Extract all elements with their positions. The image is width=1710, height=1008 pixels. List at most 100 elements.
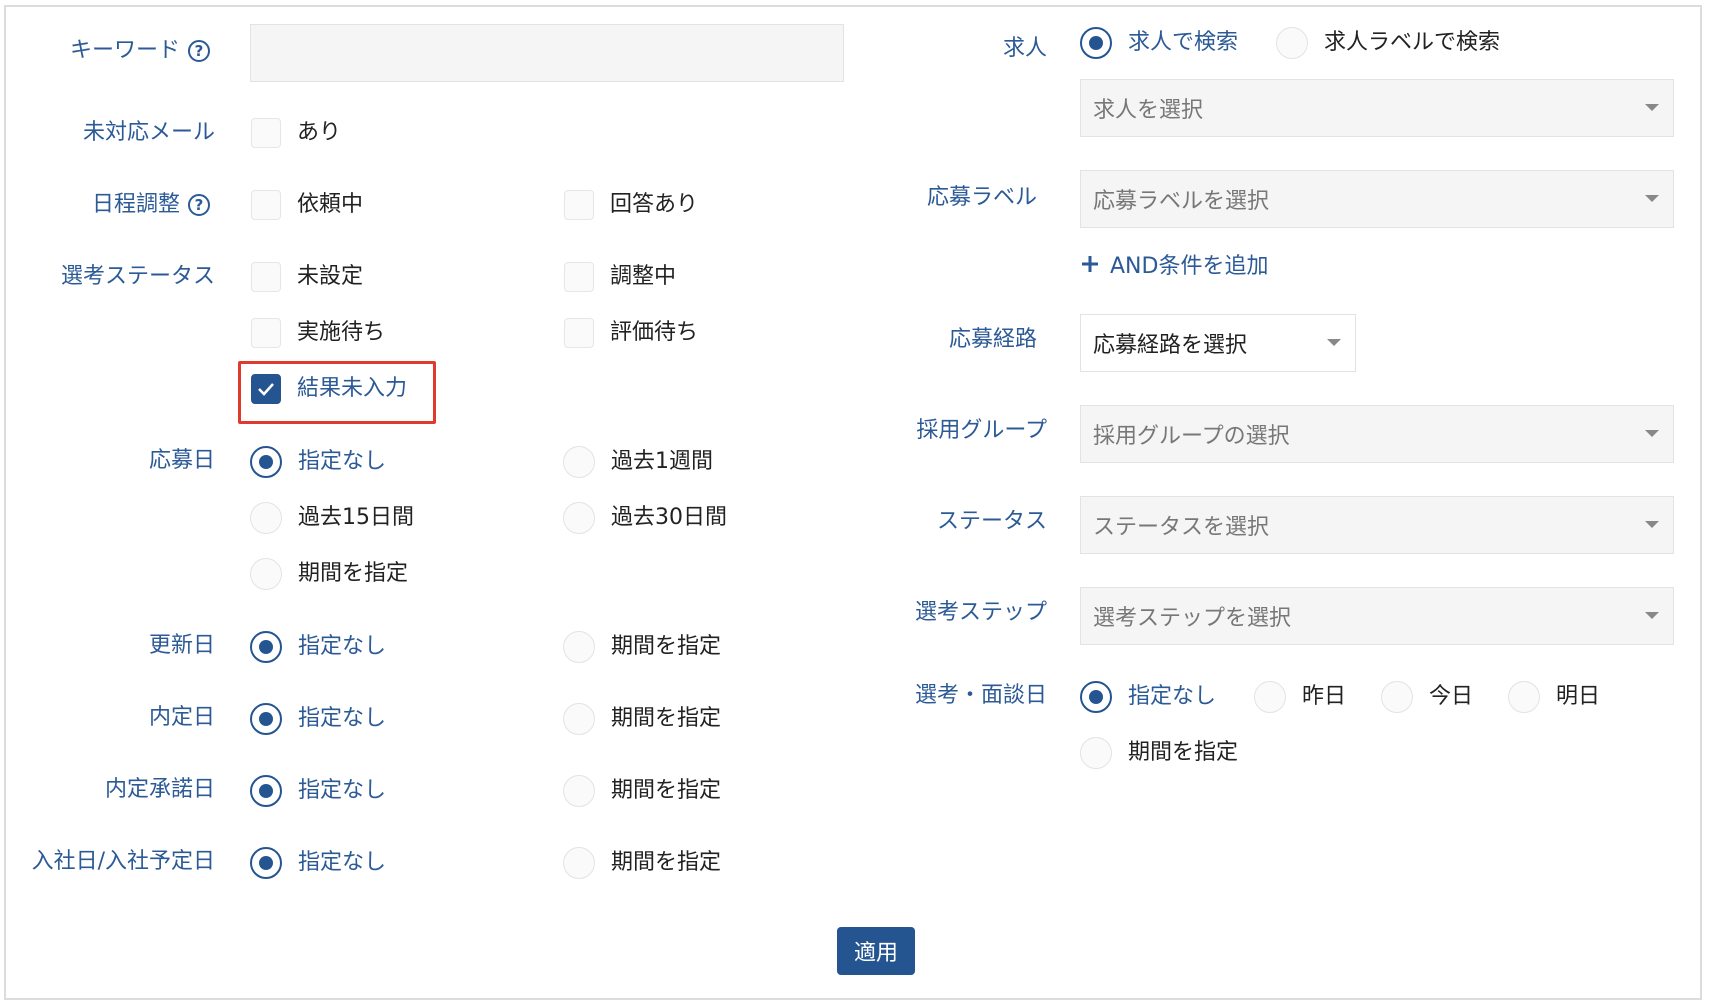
- select-placeholder: ステータスを選択: [1093, 515, 1270, 540]
- radio-selected[interactable]: [250, 775, 282, 807]
- caret-down-icon: [1645, 430, 1659, 437]
- applied-date-none[interactable]: 指定なし: [250, 446, 386, 478]
- checkbox[interactable]: [251, 190, 281, 220]
- schedule-option-answered[interactable]: 回答あり: [564, 190, 698, 220]
- hiring-group-select[interactable]: 採用グループの選択: [1080, 405, 1674, 463]
- updated-date-label: 更新日: [148, 633, 215, 658]
- radio-selected[interactable]: [250, 446, 282, 478]
- interview-date-label: 選考・面談日: [914, 683, 1047, 708]
- status-option-unset[interactable]: 未設定: [251, 262, 363, 292]
- applied-date-range[interactable]: 期間を指定: [250, 558, 408, 590]
- keyword-input[interactable]: [250, 24, 844, 82]
- select-placeholder: 求人を選択: [1093, 98, 1204, 123]
- option-label: 回答あり: [610, 192, 699, 217]
- checkbox[interactable]: [251, 318, 281, 348]
- apply-route-select[interactable]: 応募経路を選択: [1080, 314, 1356, 372]
- radio[interactable]: [250, 558, 282, 590]
- interview-date-tomorrow[interactable]: 明日: [1508, 681, 1600, 713]
- radio[interactable]: [1276, 27, 1308, 59]
- option-label: 指定なし: [298, 706, 387, 731]
- applied-date-30days[interactable]: 過去30日間: [563, 502, 727, 534]
- radio[interactable]: [563, 847, 595, 879]
- radio[interactable]: [563, 775, 595, 807]
- checkbox[interactable]: [564, 190, 594, 220]
- option-label: 求人ラベルで検索: [1324, 30, 1501, 55]
- applied-date-label: 応募日: [148, 448, 215, 473]
- updated-date-none[interactable]: 指定なし: [250, 631, 386, 663]
- schedule-option-requested[interactable]: 依頼中: [251, 190, 363, 220]
- option-label: 求人で検索: [1128, 30, 1239, 55]
- updated-date-range[interactable]: 期間を指定: [563, 631, 721, 663]
- applied-date-15days[interactable]: 過去15日間: [250, 502, 414, 534]
- apply-label-label: 応募ラベル: [926, 185, 1037, 210]
- radio[interactable]: [1254, 681, 1286, 713]
- radio[interactable]: [563, 502, 595, 534]
- selection-step-select[interactable]: 選考ステップを選択: [1080, 587, 1674, 645]
- interview-date-none[interactable]: 指定なし: [1080, 681, 1216, 713]
- radio[interactable]: [1381, 681, 1413, 713]
- select-placeholder: 採用グループの選択: [1093, 424, 1290, 449]
- caret-down-icon: [1645, 521, 1659, 528]
- option-label: 過去15日間: [298, 505, 414, 530]
- offer-accept-date-none[interactable]: 指定なし: [250, 775, 386, 807]
- status-option-waiting-exec[interactable]: 実施待ち: [251, 318, 385, 348]
- option-label: 指定なし: [298, 449, 387, 474]
- radio[interactable]: [563, 446, 595, 478]
- radio[interactable]: [250, 502, 282, 534]
- option-label: 指定なし: [298, 634, 387, 659]
- radio-selected[interactable]: [250, 847, 282, 879]
- select-placeholder: 選考ステップを選択: [1093, 606, 1292, 631]
- radio-selected[interactable]: [1080, 27, 1112, 59]
- job-select[interactable]: 求人を選択: [1080, 79, 1674, 137]
- caret-down-icon: [1645, 612, 1659, 619]
- radio[interactable]: [1080, 737, 1112, 769]
- checkbox[interactable]: [251, 118, 281, 148]
- option-label: 過去1週間: [611, 449, 713, 474]
- job-label-search-option[interactable]: 求人ラベルで検索: [1276, 27, 1500, 59]
- interview-date-today[interactable]: 今日: [1381, 681, 1473, 713]
- radio-selected[interactable]: [250, 703, 282, 735]
- checkbox[interactable]: [251, 262, 281, 292]
- join-date-none[interactable]: 指定なし: [250, 847, 386, 879]
- checkbox[interactable]: [564, 262, 594, 292]
- option-label: 指定なし: [298, 850, 387, 875]
- status-select[interactable]: ステータスを選択: [1080, 496, 1674, 554]
- interview-date-yesterday[interactable]: 昨日: [1254, 681, 1346, 713]
- apply-label-select[interactable]: 応募ラベルを選択: [1080, 170, 1674, 228]
- radio[interactable]: [1508, 681, 1540, 713]
- radio[interactable]: [563, 703, 595, 735]
- help-icon[interactable]: ?: [188, 40, 210, 62]
- option-label: 指定なし: [298, 778, 387, 803]
- offer-date-none[interactable]: 指定なし: [250, 703, 386, 735]
- option-label: 実施待ち: [297, 320, 386, 345]
- option-label: 調整中: [610, 264, 677, 289]
- hiring-group-label: 採用グループ: [916, 418, 1047, 443]
- option-label: 期間を指定: [1128, 740, 1239, 765]
- caret-down-icon: [1645, 104, 1659, 111]
- status-option-adjusting[interactable]: 調整中: [564, 262, 676, 292]
- help-icon[interactable]: ?: [188, 194, 210, 216]
- unhandled-mail-option[interactable]: あり: [251, 118, 341, 148]
- caret-down-icon: [1327, 339, 1341, 346]
- selection-status-label: 選考ステータス: [60, 264, 215, 289]
- option-label: 未設定: [297, 264, 364, 289]
- apply-button[interactable]: 適用: [837, 927, 915, 975]
- job-search-option[interactable]: 求人で検索: [1080, 27, 1238, 59]
- applied-date-1week[interactable]: 過去1週間: [563, 446, 713, 478]
- schedule-label: 日程調整?: [92, 190, 210, 220]
- offer-date-range[interactable]: 期間を指定: [563, 703, 721, 735]
- status-option-waiting-eval[interactable]: 評価待ち: [564, 318, 698, 348]
- checkbox[interactable]: [564, 318, 594, 348]
- radio-selected[interactable]: [1080, 681, 1112, 713]
- caret-down-icon: [1645, 195, 1659, 202]
- add-and-condition-link[interactable]: AND条件を追加: [1080, 248, 1268, 280]
- option-label: あり: [297, 120, 342, 145]
- radio[interactable]: [563, 631, 595, 663]
- interview-date-range[interactable]: 期間を指定: [1080, 737, 1238, 769]
- option-label: 期間を指定: [611, 778, 722, 803]
- offer-accept-date-range[interactable]: 期間を指定: [563, 775, 721, 807]
- keyword-label-text: キーワード: [69, 38, 180, 63]
- radio-selected[interactable]: [250, 631, 282, 663]
- join-date-range[interactable]: 期間を指定: [563, 847, 721, 879]
- option-label: 指定なし: [1128, 684, 1217, 709]
